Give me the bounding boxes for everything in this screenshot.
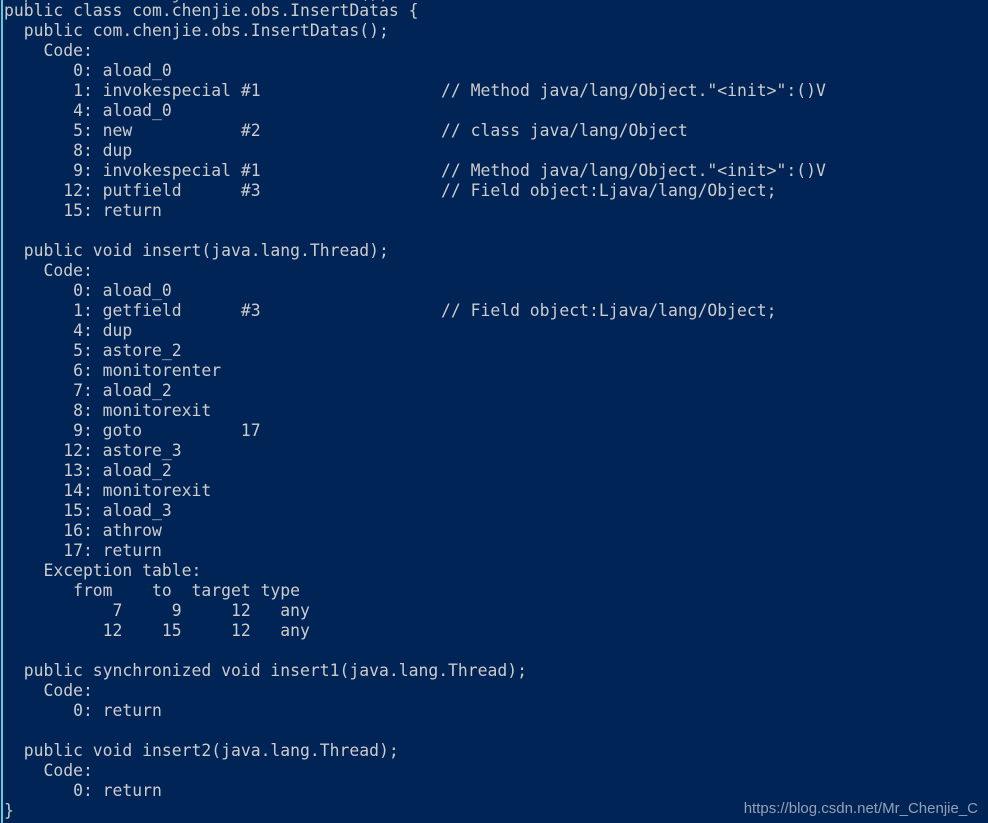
bytecode-output-surface[interactable]: public class com.chenjie.obs.InsertDatas…: [0, 0, 988, 823]
bytecode-line: public void insert(java.lang.Thread);: [4, 241, 389, 261]
bytecode-line: Code:: [4, 761, 93, 781]
bytecode-line-code: 5: astore_2: [4, 341, 182, 360]
bytecode-line-code: 0: aload_0: [4, 281, 172, 300]
bytecode-line: 8: monitorexit: [4, 401, 211, 421]
bytecode-line-code: 15: return: [4, 201, 162, 220]
bytecode-line: public void insert2(java.lang.Thread);: [4, 741, 399, 761]
bytecode-line: 16: athrow: [4, 521, 162, 541]
bytecode-line-code: public void insert(java.lang.Thread);: [4, 241, 389, 260]
bytecode-line-code: 8: dup: [4, 141, 133, 160]
bytecode-line: Code:: [4, 261, 93, 281]
bytecode-line: 0: aload_0: [4, 61, 172, 81]
bytecode-line-code: 0: aload_0: [4, 61, 172, 80]
bytecode-line: 12: putfield #3 // Field object:Ljava/lan…: [4, 181, 776, 201]
bytecode-line-code: from to target type: [4, 581, 301, 600]
bytecode-line-code: 17: return: [4, 541, 162, 560]
bytecode-line-code: 1: getfield #3: [4, 301, 261, 320]
bytecode-line: Code:: [4, 41, 93, 61]
bytecode-line-code: Code:: [4, 41, 93, 60]
bytecode-line: public com.chenjie.obs.InsertDatas();: [4, 21, 389, 41]
bytecode-line: 0: return: [4, 701, 162, 721]
bytecode-line-code: 9: invokespecial #1: [4, 161, 261, 180]
window-left-edge-rule: [1, 0, 3, 823]
bytecode-line: 15: return: [4, 201, 162, 221]
bytecode-line-comment: // Method java/lang/Object."<init>":()V: [441, 81, 826, 100]
bytecode-line: public synchronized void insert1(java.la…: [4, 661, 527, 681]
console-window[interactable]: public com.chenjie.obs.InsertDatas(); pu…: [0, 0, 988, 823]
bytecode-line-code: 1: invokespecial #1: [4, 81, 261, 100]
bytecode-line-comment: // class java/lang/Object: [441, 121, 688, 140]
bytecode-line: 13: aload_2: [4, 461, 172, 481]
bytecode-line-code: 0: return: [4, 701, 162, 720]
bytecode-line: 6: monitorenter: [4, 361, 221, 381]
bytecode-line-code: Code:: [4, 761, 93, 780]
bytecode-line-code: 7 9 12 any: [4, 601, 310, 620]
bytecode-line: public class com.chenjie.obs.InsertDatas…: [4, 1, 418, 21]
bytecode-line: 14: monitorexit: [4, 481, 211, 501]
bytecode-line-code: 14: monitorexit: [4, 481, 212, 500]
bytecode-line-code: 0: return: [4, 781, 162, 800]
bytecode-line: 1: getfield #3 // Field object:Ljava/lang…: [4, 301, 776, 321]
watermark-url: https://blog.csdn.net/Mr_Chenjie_C: [743, 800, 978, 817]
bytecode-line: 9: goto 17: [4, 421, 261, 441]
bytecode-line: 4: aload_0: [4, 101, 172, 121]
bytecode-line-code: 13: aload_2: [4, 461, 172, 480]
bytecode-line-code: public void insert2(java.lang.Thread);: [4, 741, 399, 760]
bytecode-line: 0: return: [4, 781, 162, 801]
bytecode-line-code: 12: putfield #3: [4, 181, 261, 200]
bytecode-line-comment: // Method java/lang/Object."<init>":()V: [441, 161, 826, 180]
bytecode-line-code: 4: dup: [4, 321, 133, 340]
bytecode-line: 15: aload_3: [4, 501, 172, 521]
bytecode-line-comment: // Field object:Ljava/lang/Object;: [441, 181, 777, 200]
bytecode-line-code: Exception table:: [4, 561, 202, 580]
bytecode-line-code: 16: athrow: [4, 521, 162, 540]
bytecode-line: 9: invokespecial #1 // Method java/lang/O…: [4, 161, 826, 181]
bytecode-line-comment: // Field object:Ljava/lang/Object;: [441, 301, 777, 320]
bytecode-line: }: [4, 801, 14, 821]
bytecode-line-code: 6: monitorenter: [4, 361, 222, 380]
bytecode-line: 7 9 12 any: [4, 601, 310, 621]
bytecode-line-code: 9: goto 17: [4, 421, 261, 440]
bytecode-line-code: }: [4, 801, 14, 820]
bytecode-line-code: public class com.chenjie.obs.InsertDatas…: [4, 1, 419, 20]
bytecode-line-code: 4: aload_0: [4, 101, 172, 120]
bytecode-line-code: 15: aload_3: [4, 501, 172, 520]
bytecode-line-code: 5: new #2: [4, 121, 261, 140]
bytecode-line: 7: aload_2: [4, 381, 172, 401]
bytecode-line: 5: astore_2: [4, 341, 182, 361]
bytecode-line-code: 12 15 12 any: [4, 621, 310, 640]
bytecode-line-code: 8: monitorexit: [4, 401, 212, 420]
bytecode-line: 8: dup: [4, 141, 132, 161]
bytecode-line: 12 15 12 any: [4, 621, 310, 641]
bytecode-line: Exception table:: [4, 561, 201, 581]
bytecode-line: 5: new #2 // class java/lang/Object: [4, 121, 688, 141]
bytecode-line: 4: dup: [4, 321, 132, 341]
bytecode-line: 12: astore_3: [4, 441, 182, 461]
bytecode-line-code: public synchronized void insert1(java.la…: [4, 661, 528, 680]
bytecode-line-code: 7: aload_2: [4, 381, 172, 400]
bytecode-line-code: 12: astore_3: [4, 441, 182, 460]
bytecode-line-code: Code:: [4, 261, 93, 280]
bytecode-line: from to target type: [4, 581, 300, 601]
bytecode-line-code: public com.chenjie.obs.InsertDatas();: [4, 21, 389, 40]
bytecode-line: 0: aload_0: [4, 281, 172, 301]
bytecode-line: 1: invokespecial #1 // Method java/lang/O…: [4, 81, 826, 101]
bytecode-line: 17: return: [4, 541, 162, 561]
bytecode-line-code: Code:: [4, 681, 93, 700]
bytecode-line: Code:: [4, 681, 93, 701]
